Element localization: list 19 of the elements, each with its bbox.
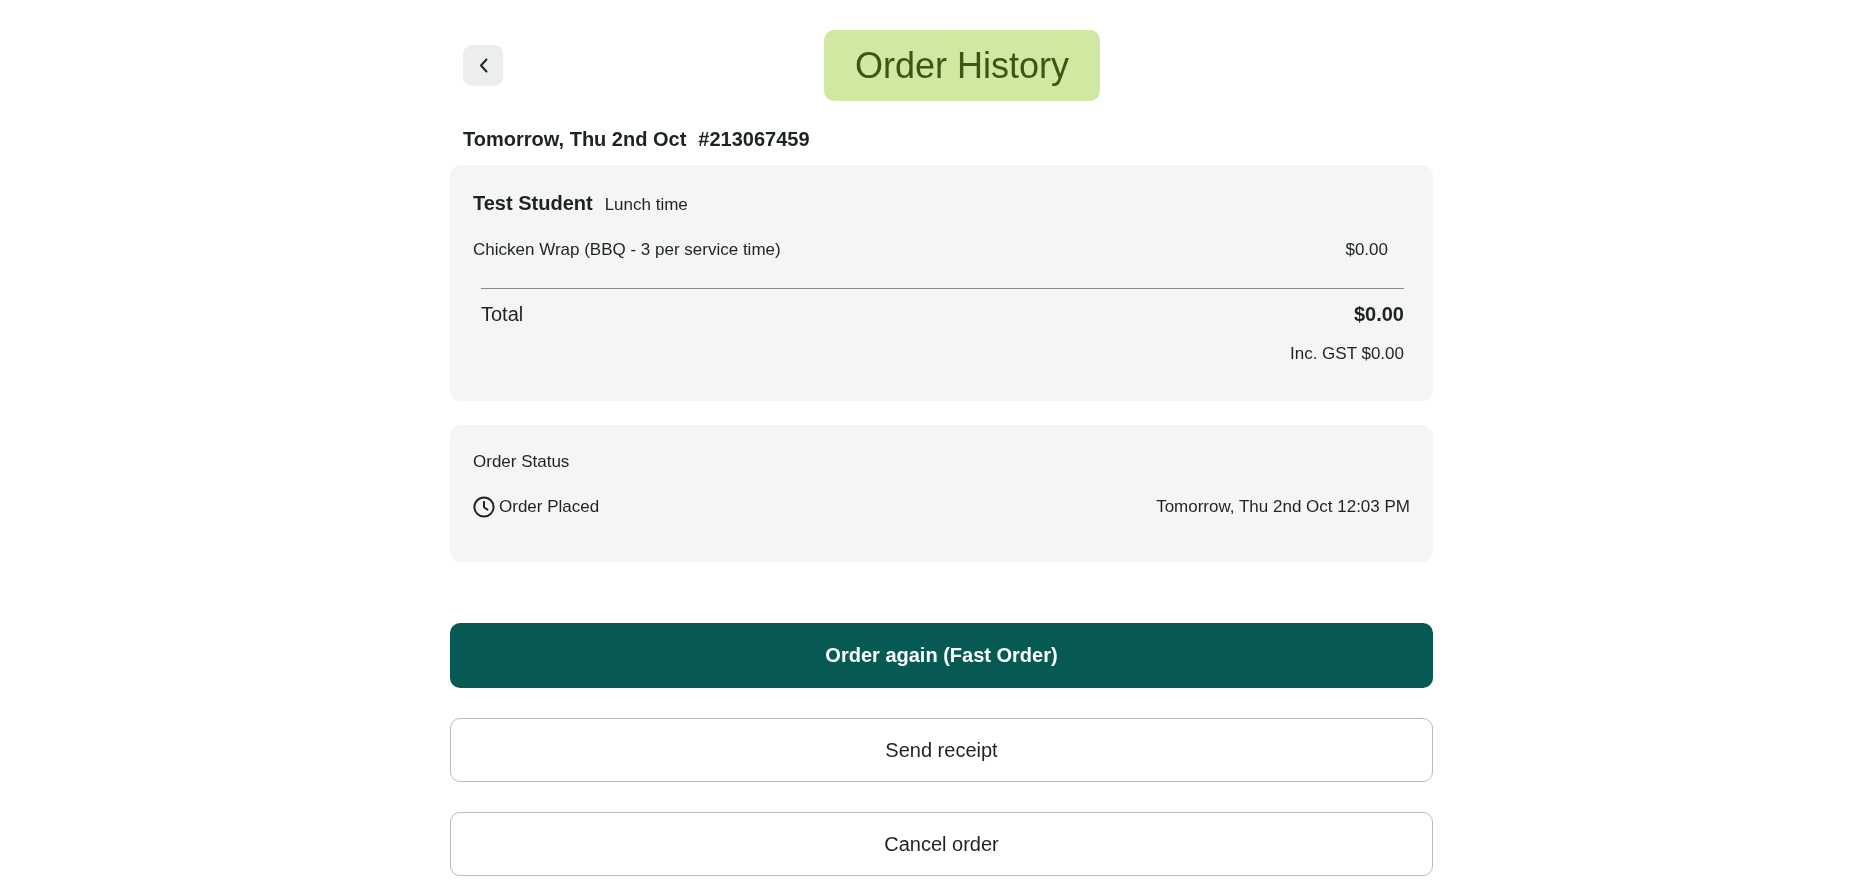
cancel-order-button[interactable]: Cancel order <box>450 812 1433 876</box>
status-heading: Order Status <box>473 451 571 473</box>
order-again-button[interactable]: Order again (Fast Order) <box>450 623 1433 688</box>
clock-icon <box>473 496 495 518</box>
status-label: Order Placed <box>499 496 600 518</box>
gst-amount: Inc. GST $0.00 <box>1289 343 1404 365</box>
total-label: Total <box>481 302 524 326</box>
student-name: Test Student <box>473 191 593 215</box>
page-title: Order History <box>824 30 1100 101</box>
order-number: #213067459 <box>698 127 810 151</box>
service-time: Lunch time <box>604 194 688 216</box>
item-name: Chicken Wrap (BBQ - 3 per service time) <box>473 239 781 261</box>
status-time: Tomorrow, Thu 2nd Oct 12:03 PM <box>1156 496 1410 518</box>
chevron-left-icon <box>478 58 488 73</box>
item-price: $0.00 <box>1345 239 1388 261</box>
back-button[interactable] <box>463 45 503 86</box>
order-date: Tomorrow, Thu 2nd Oct <box>463 127 687 151</box>
send-receipt-button[interactable]: Send receipt <box>450 718 1433 782</box>
total-amount: $0.00 <box>1353 302 1404 326</box>
